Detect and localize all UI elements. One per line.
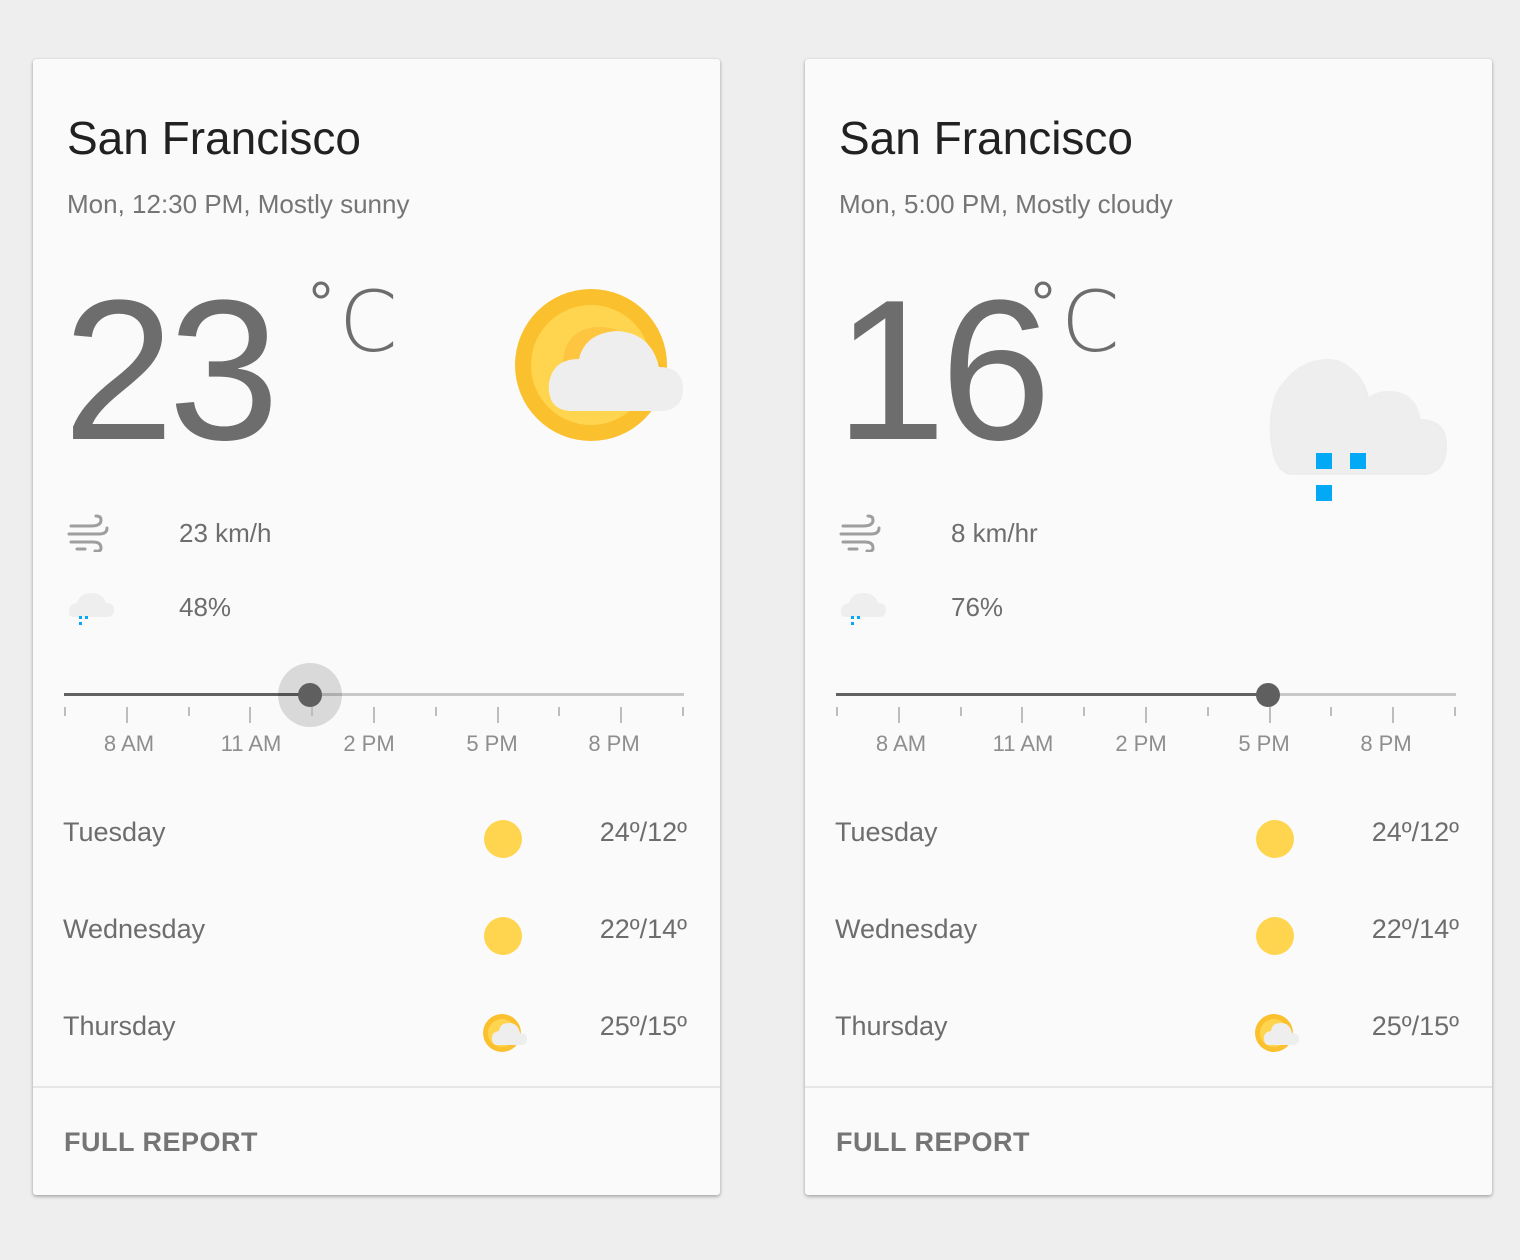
slider-label: 8 PM — [1360, 731, 1412, 756]
forecast-day: Tuesday — [835, 817, 938, 847]
temperature-unit: ° C — [309, 270, 398, 371]
forecast-row-thursday: Thursday 25º/15º — [63, 1011, 687, 1061]
time-slider[interactable]: 8 AM 11 AM 2 PM 5 PM 8 PM — [836, 679, 1456, 759]
slider-tick — [125, 707, 128, 723]
partly-cloudy-icon — [513, 287, 693, 452]
slider-track-active — [64, 693, 311, 696]
forecast-day: Thursday — [63, 1011, 176, 1041]
forecast-day: Tuesday — [63, 817, 166, 847]
forecast-row-tuesday: Tuesday 24º/12º — [63, 817, 687, 867]
city-name: San Francisco — [839, 112, 1134, 164]
forecast-day: Thursday — [835, 1011, 948, 1041]
time-slider[interactable]: 8 AM 11 AM 2 PM 5 PM 8 PM — [64, 663, 684, 759]
slider-thumb[interactable] — [298, 683, 323, 707]
slider-tick — [311, 707, 314, 716]
date-time-condition: Mon, 12:30 PM, Mostly sunny — [67, 189, 410, 219]
slider-tick — [64, 707, 66, 716]
slider-tick — [1145, 707, 1147, 723]
city-name: San Francisco — [67, 112, 362, 164]
sun-icon — [1255, 817, 1299, 866]
slider-track-active — [836, 693, 1268, 696]
slider-tick — [1206, 707, 1209, 716]
forecast-temp-range: 24º/12º — [1371, 817, 1459, 847]
slider-tick — [836, 707, 838, 716]
slider-tick — [1083, 707, 1086, 716]
slider-tick — [249, 707, 252, 723]
rain-cloud-icon — [839, 587, 899, 627]
sun-icon — [1255, 914, 1299, 963]
precipitation-chance: 48% — [179, 591, 232, 622]
sun-icon — [483, 914, 527, 963]
rain-cloud-icon — [67, 587, 127, 627]
precipitation-row: 48% — [67, 587, 231, 627]
forecast-row-wednesday: Wednesday 22º/14º — [63, 914, 687, 964]
slider-tick — [959, 707, 962, 716]
slider-tick — [1021, 707, 1024, 723]
slider-label: 5 PM — [466, 731, 518, 756]
forecast-day: Wednesday — [63, 914, 206, 944]
temperature-value: 16 — [835, 259, 1051, 482]
rain-cloud-icon — [1265, 295, 1455, 510]
slider-tick — [682, 707, 684, 716]
slider-tick — [1454, 707, 1456, 716]
slider-tick — [373, 707, 375, 723]
forecast-temp-range: 22º/14º — [1371, 914, 1459, 944]
slider-tick — [496, 707, 499, 723]
weather-card: San Francisco Mon, 5:00 PM, Mostly cloud… — [805, 59, 1492, 1195]
slider-label: 8 PM — [588, 731, 640, 756]
wind-icon — [67, 513, 127, 553]
forecast-temp-range: 25º/15º — [599, 1011, 687, 1041]
partly-cloudy-icon — [483, 1011, 531, 1060]
slider-tick — [558, 707, 561, 716]
forecast-row-tuesday: Tuesday 24º/12º — [835, 817, 1459, 867]
wind-icon — [839, 513, 899, 553]
slider-label: 11 AM — [220, 731, 282, 756]
wind-row: 8 km/hr — [839, 513, 1038, 553]
wind-speed: 8 km/hr — [951, 517, 1038, 548]
sun-icon — [483, 817, 527, 866]
slider-tick — [1268, 707, 1271, 723]
forecast-temp-range: 24º/12º — [599, 817, 687, 847]
full-report-button[interactable]: FULL REPORT — [836, 1127, 1030, 1158]
slider-tick — [620, 707, 623, 723]
date-time-condition: Mon, 5:00 PM, Mostly cloudy — [839, 189, 1173, 219]
precipitation-row: 76% — [839, 587, 1003, 627]
slider-label: 11 AM — [992, 731, 1054, 756]
wind-speed: 23 km/h — [179, 517, 272, 548]
forecast-temp-range: 25º/15º — [1371, 1011, 1459, 1041]
slider-label: 2 PM — [1115, 731, 1167, 756]
slider-label: 8 AM — [875, 731, 927, 756]
current-temperature: 23 ° C — [63, 259, 398, 482]
full-report-button[interactable]: FULL REPORT — [64, 1127, 258, 1158]
partly-cloudy-icon — [1255, 1011, 1303, 1060]
weather-card: San Francisco Mon, 12:30 PM, Mostly sunn… — [33, 59, 720, 1195]
forecast-row-thursday: Thursday 25º/15º — [835, 1011, 1459, 1061]
slider-label: 8 AM — [103, 731, 155, 756]
current-temperature: 16 ° C — [835, 259, 1120, 482]
slider-label: 5 PM — [1238, 731, 1290, 756]
forecast-day: Wednesday — [835, 914, 978, 944]
card-divider — [805, 1086, 1492, 1088]
card-divider — [33, 1086, 720, 1088]
wind-row: 23 km/h — [67, 513, 272, 553]
slider-tick — [1392, 707, 1395, 723]
forecast-temp-range: 22º/14º — [599, 914, 687, 944]
precipitation-chance: 76% — [951, 591, 1004, 622]
slider-label: 2 PM — [343, 731, 395, 756]
slider-thumb[interactable] — [1255, 683, 1280, 707]
temperature-value: 23 — [63, 259, 279, 482]
forecast-row-wednesday: Wednesday 22º/14º — [835, 914, 1459, 964]
slider-tick — [187, 707, 190, 716]
slider-tick — [897, 707, 900, 723]
slider-tick — [1330, 707, 1333, 716]
temperature-unit: ° C — [1031, 270, 1120, 371]
slider-tick — [434, 707, 437, 716]
